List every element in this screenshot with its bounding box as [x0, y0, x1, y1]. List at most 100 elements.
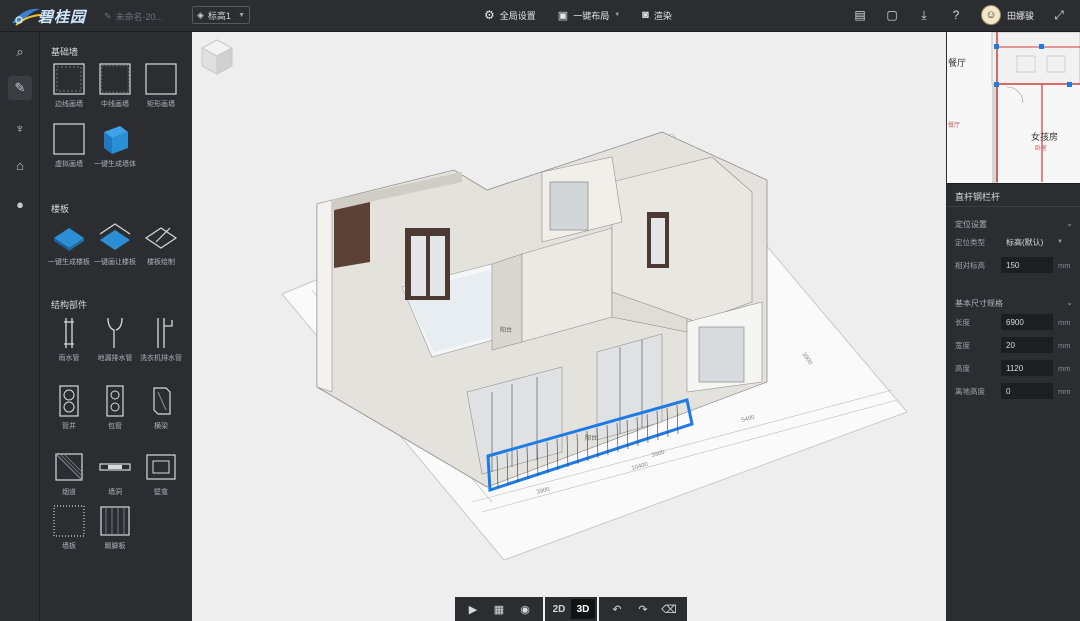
- save-icon[interactable]: ▢: [885, 8, 899, 22]
- tools-icon[interactable]: ♆: [8, 116, 32, 140]
- flue-icon: [52, 450, 86, 484]
- unit-label: mm: [1058, 363, 1071, 373]
- pipe-well-icon: [52, 384, 86, 418]
- minimap-label: 女孩房: [1031, 131, 1058, 142]
- chevron-down-icon: ▼: [238, 11, 245, 19]
- tile-pipe-wrap[interactable]: 包管: [95, 384, 135, 432]
- size-group-header[interactable]: 基本尺寸规格 ⌄: [955, 298, 1073, 309]
- relative-height-row: 相对标高 150 mm: [955, 257, 1075, 273]
- one-click-layout-button[interactable]: ▣ 一键布局 ▼: [558, 8, 620, 22]
- tile-rect-wall[interactable]: 矩形画墙: [141, 62, 181, 110]
- clear-icon[interactable]: ⌫: [659, 599, 679, 619]
- tile-edge-wall[interactable]: 边线画墙: [49, 62, 89, 110]
- tile-auto-wall[interactable]: 一键生成墙体: [94, 122, 136, 170]
- user-icon[interactable]: ●: [8, 192, 32, 216]
- tile-floor-drain-pipe[interactable]: 地漏排水管: [95, 316, 135, 364]
- tile-label: 边线画墙: [55, 101, 83, 108]
- top-actions: ⚙ 全局设置 ▣ 一键布局 ▼ ◙ 渲染: [484, 8, 672, 22]
- global-settings-button[interactable]: ⚙ 全局设置: [484, 8, 536, 22]
- tile-label: 横梁: [154, 423, 168, 430]
- relative-height-input[interactable]: 150: [1001, 257, 1053, 273]
- tile-wall-hole[interactable]: 墙洞: [95, 450, 135, 498]
- tile-pipe-well[interactable]: 管井: [49, 384, 89, 432]
- mode-2d-button[interactable]: 2D: [547, 599, 571, 619]
- video-camera-icon[interactable]: ▶: [463, 599, 483, 619]
- group-title: 定位设置: [955, 220, 987, 229]
- position-type-select[interactable]: 标高(默认) ▼: [1001, 234, 1067, 250]
- tile-draw-floor[interactable]: 一键画让楼板: [94, 220, 136, 268]
- avatar: ☺: [980, 5, 1001, 25]
- properties-panel: 餐厅 女孩房 卧室 餐厅 直杆钢栏杆 定位设置 ⌄ 定位类型 标高(默认) ▼ …: [947, 32, 1080, 621]
- position-type-row: 定位类型 标高(默认) ▼: [955, 234, 1075, 250]
- tile-label: 地漏排水管: [97, 355, 133, 362]
- section-title-floor: 楼板: [51, 204, 70, 214]
- tile-auto-floor[interactable]: 一键生成楼板: [48, 220, 90, 268]
- height-row: 高度 1120 mm: [955, 360, 1075, 376]
- model-drawing[interactable]: 3900 10400 3900 5400 3900 1800: [192, 32, 946, 597]
- tile-rain-pipe[interactable]: 雨水管: [49, 316, 89, 364]
- tile-virtual-wall[interactable]: 虚拟画墙: [49, 122, 89, 170]
- home-icon[interactable]: ⌂: [8, 153, 32, 177]
- width-input[interactable]: 20: [1001, 337, 1053, 353]
- room-label: 阳台: [585, 434, 597, 442]
- prop-label: 相对标高: [955, 260, 985, 270]
- help-icon[interactable]: ?: [949, 8, 963, 22]
- app-logo[interactable]: 碧桂园: [10, 4, 90, 28]
- prop-label: 长度: [955, 317, 970, 327]
- minimap-label: 卧室: [1035, 144, 1047, 152]
- offset-input[interactable]: 0: [1001, 383, 1053, 399]
- chevron-down-icon: ▼: [1057, 239, 1063, 245]
- fullscreen-icon[interactable]: ⤢: [1052, 8, 1066, 22]
- view-mode-toggle: 2D 3D: [545, 597, 597, 621]
- rain-pipe-icon: [52, 316, 86, 350]
- grid-icon[interactable]: ▦: [489, 599, 509, 619]
- tile-label: 一键生成楼板: [48, 259, 90, 266]
- room-label: 阳台: [500, 326, 512, 334]
- tile-skirting[interactable]: 踢脚板: [95, 504, 135, 552]
- search-icon[interactable]: ⌕: [8, 40, 32, 64]
- auto-wall-icon: [98, 122, 132, 156]
- draw-icon[interactable]: ✎: [8, 76, 32, 100]
- tile-washer-drain[interactable]: 洗衣机排水管: [140, 316, 182, 364]
- pipe-wrap-icon: [98, 384, 132, 418]
- tile-label: 踢脚板: [104, 543, 126, 550]
- tile-wall-panel[interactable]: 墙板: [49, 504, 89, 552]
- viewport-3d[interactable]: 3900 10400 3900 5400 3900 1800: [192, 32, 946, 621]
- tile-floor-draw[interactable]: 楼板绘制: [141, 220, 181, 268]
- document-icon[interactable]: ▤: [853, 8, 867, 22]
- tile-niche[interactable]: 壁龛: [141, 450, 181, 498]
- section-title-basic-wall: 基础墙: [51, 47, 79, 57]
- chevron-down-icon: ⌄: [1066, 298, 1073, 307]
- height-input[interactable]: 1120: [1001, 360, 1053, 376]
- download-icon[interactable]: ⤓: [917, 8, 931, 22]
- file-name[interactable]: ✎ 未命名-20...: [104, 10, 163, 23]
- user-menu[interactable]: ☺ 田娜骏: [980, 5, 1034, 25]
- render-button[interactable]: ◙ 渲染: [642, 8, 672, 22]
- position-group-header[interactable]: 定位设置 ⌄: [955, 219, 1073, 230]
- minimap-plan: 餐厅 女孩房 卧室 餐厅: [948, 32, 1080, 183]
- tile-label: 虚拟画墙: [55, 161, 83, 168]
- undo-icon[interactable]: ↶: [607, 599, 627, 619]
- mode-3d-button[interactable]: 3D: [571, 599, 595, 619]
- tile-label: 烟道: [62, 489, 76, 496]
- tile-center-wall[interactable]: 中线画墙: [95, 62, 135, 110]
- tile-label: 一键画让楼板: [94, 259, 136, 266]
- gear-icon: ⚙: [484, 8, 495, 22]
- prop-label: 宽度: [955, 340, 970, 350]
- prop-label: 高度: [955, 363, 970, 373]
- tile-flue[interactable]: 烟道: [49, 450, 89, 498]
- render-label: 渲染: [653, 10, 672, 21]
- view-toolbar: ▶ ▦ ◉ 2D 3D ↶ ↷ ⌫: [455, 597, 687, 621]
- wall-hole-icon: [98, 450, 132, 484]
- redo-icon[interactable]: ↷: [633, 599, 653, 619]
- minimap[interactable]: 餐厅 女孩房 卧室 餐厅: [947, 32, 1080, 184]
- eye-icon[interactable]: ◉: [515, 599, 535, 619]
- washer-pipe-icon: [144, 316, 178, 350]
- minimap-label: 餐厅: [948, 57, 966, 68]
- tile-beam[interactable]: 横梁: [141, 384, 181, 432]
- unit-label: mm: [1058, 340, 1071, 350]
- layer-select[interactable]: ◈ 标高1 ▼: [192, 6, 250, 24]
- unit-label: mm: [1058, 260, 1071, 270]
- length-input[interactable]: 6900: [1001, 314, 1053, 330]
- tile-label: 包管: [108, 423, 122, 430]
